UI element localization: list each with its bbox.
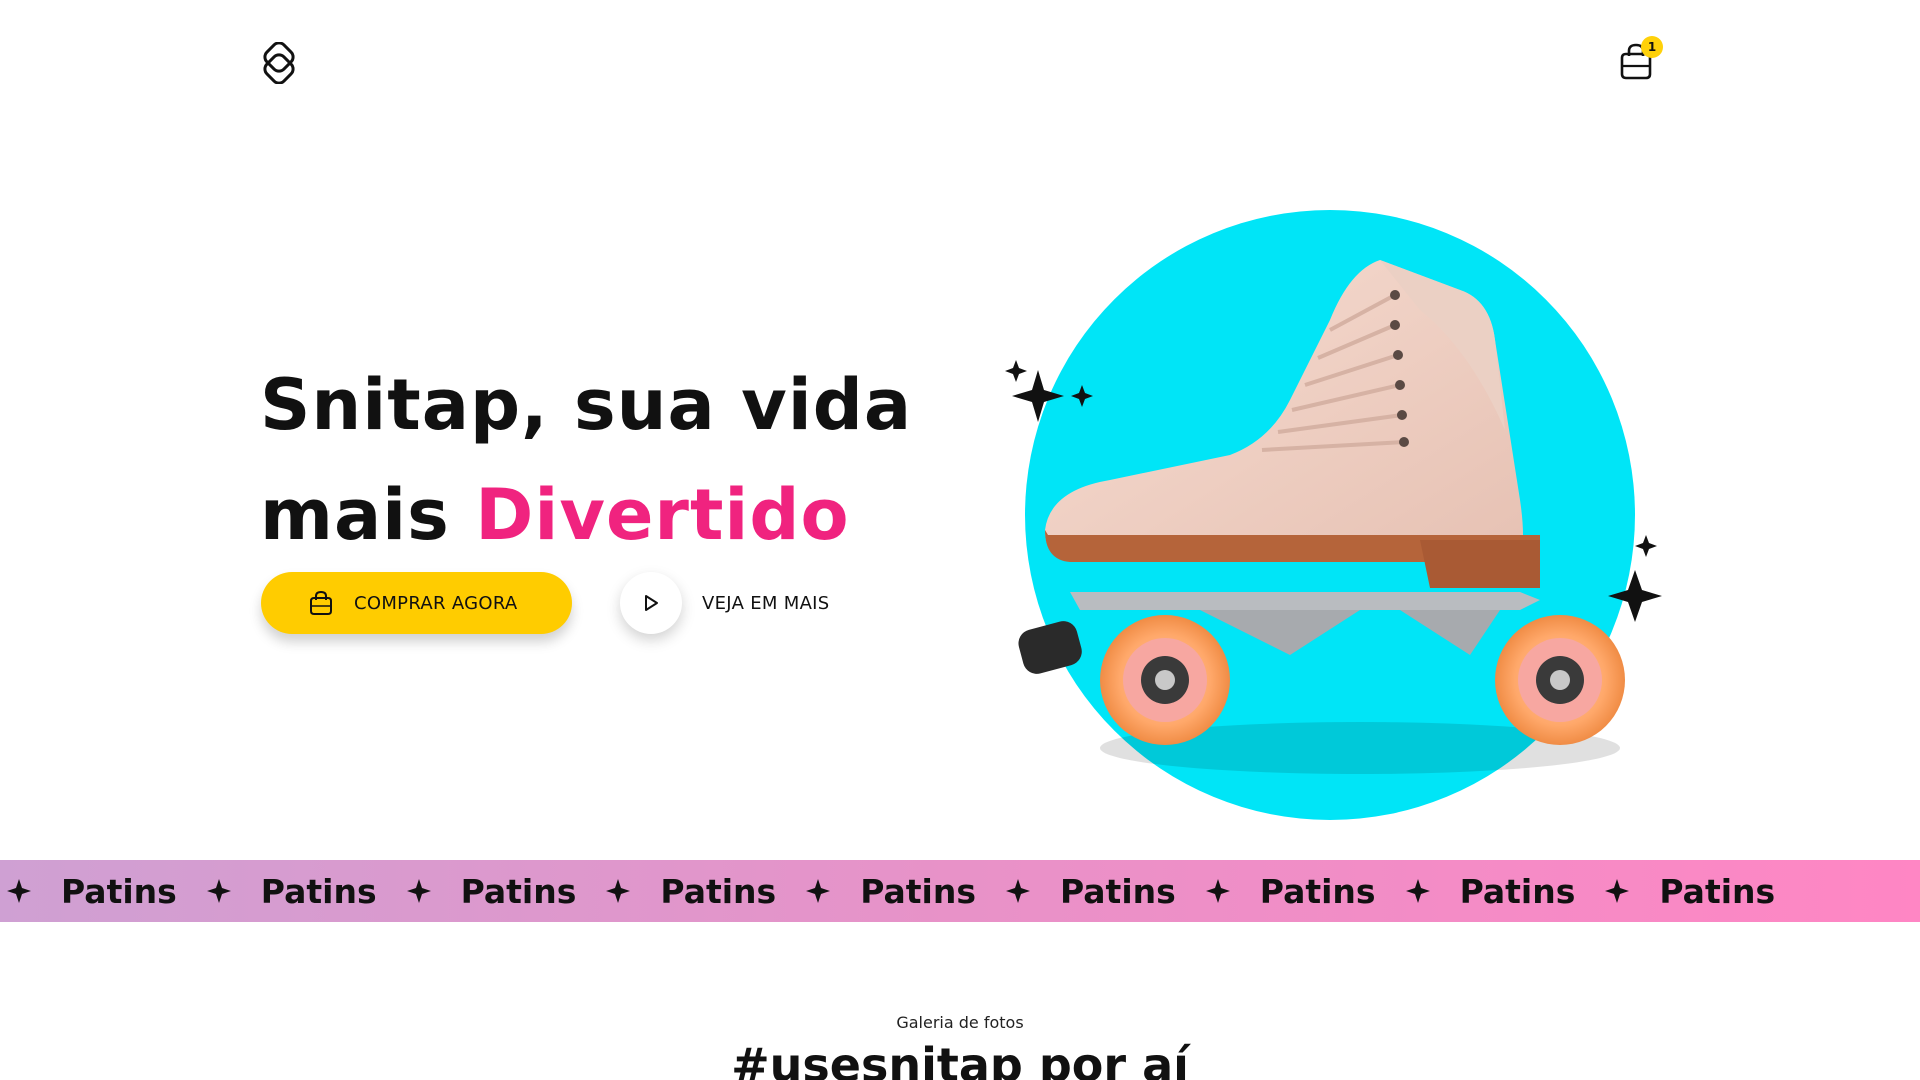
buy-now-label: COMPRAR AGORA: [354, 592, 518, 614]
sparkle-star-icon: [606, 879, 631, 903]
marquee-track: Patins Patins Patins Patins Patins Patin…: [0, 860, 1775, 922]
marquee-word: Patins: [260, 871, 377, 911]
hero-title-line2: mais: [260, 474, 476, 556]
marquee-word: Patins: [660, 871, 777, 911]
hero-title-line1: Snitap, sua vida: [260, 364, 913, 446]
cart-count-badge: 1: [1641, 36, 1663, 58]
skate-heel: [1420, 540, 1540, 588]
marquee-word: Patins: [860, 871, 976, 911]
marquee-word: Patins: [1059, 871, 1176, 911]
shopping-bag-icon: [310, 590, 332, 615]
skate-plate: [1070, 592, 1540, 610]
hero-title-accent: Divertido: [475, 474, 850, 556]
sparkle-star-icon: [806, 879, 831, 903]
marquee-word: Patins: [1459, 871, 1576, 911]
marquee-word: Patins: [460, 871, 577, 911]
sparkle-star-icon: [206, 879, 231, 903]
sparkle-star-icon: [7, 879, 31, 903]
patins-marquee-band: Patins Patins Patins Patins Patins Patin…: [0, 860, 1920, 922]
marquee-word: Patins: [1659, 871, 1776, 911]
sparkle-star-icon: [1405, 879, 1430, 903]
marquee-word: Patins: [1259, 871, 1376, 911]
site-header: 1: [0, 0, 1920, 130]
snitap-logo-icon[interactable]: [258, 42, 300, 84]
play-icon: [645, 595, 658, 611]
sparkle-star-icon: [1605, 879, 1630, 903]
sparkle-star-icon: [1005, 879, 1030, 903]
buy-now-button[interactable]: COMPRAR AGORA: [261, 572, 572, 634]
see-more-button[interactable]: VEJA EM MAIS: [620, 572, 830, 634]
see-more-label: VEJA EM MAIS: [702, 592, 830, 614]
play-button-circle[interactable]: [620, 572, 682, 634]
sparkle-star-icon: [406, 879, 431, 903]
roller-skate-image: [1005, 210, 1662, 820]
gallery-kicker: Galeria de fotos: [896, 1013, 1024, 1032]
sparkle-star-icon: [1205, 879, 1230, 903]
gallery-title: #usesnitap por aí: [731, 1038, 1189, 1080]
back-wheel: [1495, 615, 1625, 745]
front-wheel: [1100, 615, 1230, 745]
marquee-word: Patins: [61, 871, 177, 911]
hero-title: Snitap, sua vida mais Divertido: [260, 350, 980, 570]
